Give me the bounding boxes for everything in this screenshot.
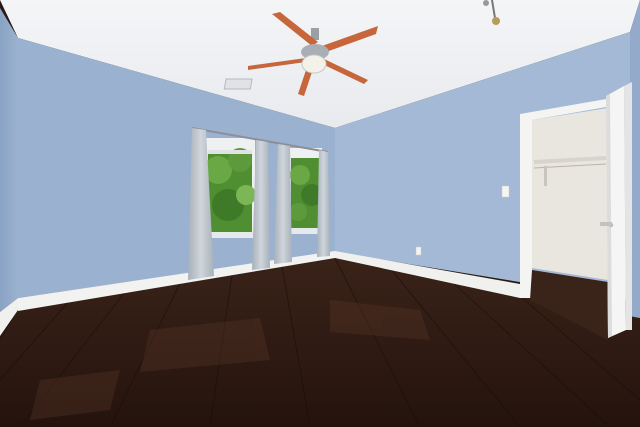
left-wall	[0, 8, 18, 312]
room-illustration	[0, 0, 640, 427]
photo-scene	[0, 0, 640, 427]
wall-outlet	[415, 246, 422, 256]
ceiling-vent	[223, 78, 253, 90]
window-left	[204, 138, 256, 238]
light-switch-icon	[501, 185, 510, 198]
curtain-4	[317, 150, 330, 257]
closet-interior	[532, 108, 608, 280]
